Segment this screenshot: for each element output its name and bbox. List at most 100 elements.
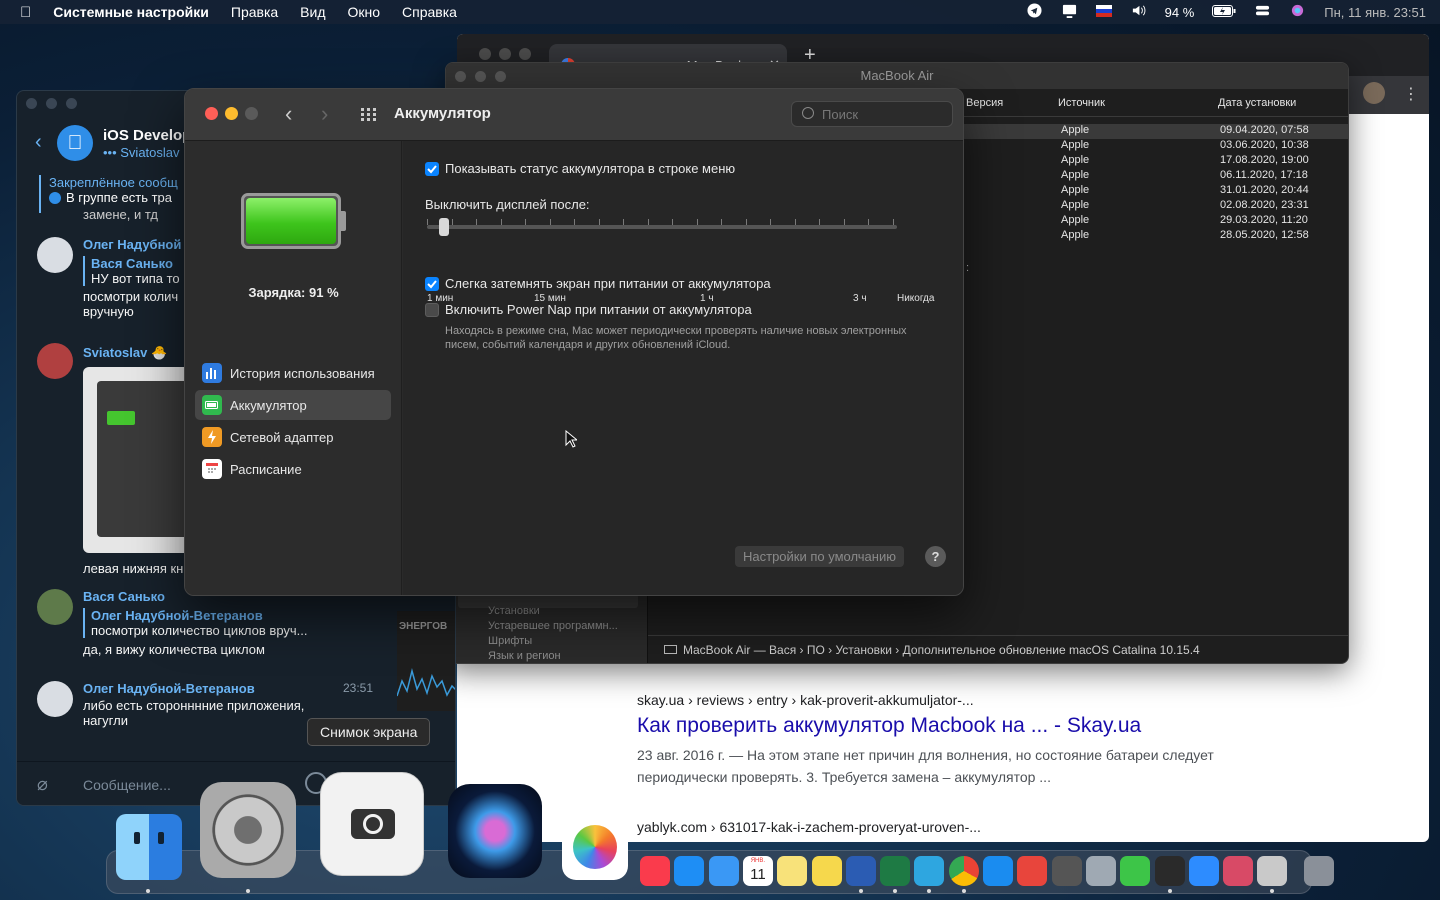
quicktime-icon[interactable]: [1085, 856, 1116, 886]
menu-help[interactable]: Справка: [402, 4, 457, 20]
zoom-button[interactable]: [495, 71, 506, 82]
finder-icon[interactable]: [116, 814, 182, 880]
attach-icon[interactable]: ⌀: [37, 774, 48, 795]
chat-title[interactable]: iOS Develop: [103, 127, 191, 144]
telegram-icon[interactable]: [914, 856, 945, 886]
slider-tick: [500, 219, 502, 225]
minimize-button[interactable]: [46, 98, 57, 109]
sidebar-item-schedule[interactable]: Расписание: [195, 454, 391, 484]
automator-icon[interactable]: [1257, 856, 1288, 886]
app-store-icon[interactable]: [674, 856, 705, 886]
grid-icon[interactable]: [361, 108, 377, 127]
screenshot-icon[interactable]: [320, 772, 424, 876]
help-button[interactable]: ?: [925, 546, 946, 567]
forward-icon[interactable]: ›: [321, 101, 328, 127]
sidebar-item-fonts[interactable]: Шрифты: [488, 634, 618, 649]
volume-icon[interactable]: [1130, 3, 1147, 21]
sidebar-item-installs[interactable]: Установки: [488, 604, 618, 619]
avatar[interactable]: [37, 589, 73, 625]
zoom-icon[interactable]: [1188, 856, 1219, 886]
result-title[interactable]: Как проверить аккумулятор Macbook на ...…: [637, 714, 1214, 738]
facetime-icon[interactable]: [1120, 856, 1151, 886]
cell-source: Apple: [1061, 124, 1090, 136]
reply-text: посмотри количество циклов вруч...: [91, 623, 308, 638]
music-icon[interactable]: [640, 856, 670, 886]
photos-icon[interactable]: [562, 814, 628, 880]
sidebar-item-power-adapter[interactable]: Сетевой адаптер: [195, 422, 391, 452]
power-nap-checkbox[interactable]: [425, 303, 439, 317]
menu-window[interactable]: Окно: [348, 4, 381, 20]
back-icon[interactable]: ‹: [35, 131, 42, 154]
clock[interactable]: Пн, 11 янв. 23:51: [1324, 5, 1426, 20]
calculator-icon[interactable]: [1051, 856, 1082, 886]
message-input[interactable]: Сообщение...: [83, 777, 171, 793]
close-button[interactable]: [205, 107, 218, 120]
display-off-slider[interactable]: [427, 225, 897, 229]
slider-knob[interactable]: [439, 218, 449, 236]
more-icon[interactable]: ⋮: [1403, 84, 1419, 104]
chrome-icon[interactable]: [948, 856, 979, 886]
close-button[interactable]: [455, 71, 466, 82]
restore-defaults-button[interactable]: Настройки по умолчанию: [735, 546, 904, 567]
russian-flag-icon[interactable]: [1095, 4, 1112, 20]
system-preferences-icon[interactable]: [200, 782, 296, 878]
chat-avatar-apple-icon[interactable]: : [57, 125, 93, 161]
avatar[interactable]: [37, 237, 73, 273]
sidebar-item-usage-history[interactable]: История использования: [195, 358, 391, 388]
photo-booth-icon[interactable]: [1223, 856, 1254, 886]
result-breadcrumb[interactable]: skay.ua › reviews › entry › kak-proverit…: [637, 692, 1214, 708]
result-breadcrumb[interactable]: yablyk.com › 631017-kak-i-zachem-provery…: [637, 819, 981, 835]
control-center-icon[interactable]: [1254, 3, 1271, 21]
sidebar-item-battery[interactable]: Аккумулятор: [195, 390, 391, 420]
notes-icon[interactable]: [777, 856, 808, 886]
sidebar-item-language[interactable]: Язык и регион: [488, 649, 618, 663]
close-button[interactable]: [26, 98, 37, 109]
menu-bar:  Системные настройки Правка Вид Окно Сп…: [0, 0, 1440, 24]
column-install-date[interactable]: Дата установки: [1218, 97, 1296, 109]
sidebar-item-label: История использования: [230, 365, 375, 381]
siri-icon[interactable]: [448, 784, 542, 878]
avatar[interactable]: [37, 343, 73, 379]
column-version[interactable]: Версия: [966, 97, 1003, 109]
minimize-button[interactable]: [499, 48, 511, 60]
battery-status-icon[interactable]: [1212, 4, 1236, 20]
trash-icon[interactable]: [1304, 856, 1334, 886]
calendar-icon[interactable]: ЯНВ. 11: [742, 856, 773, 886]
cell-date: 03.06.2020, 10:38: [1220, 139, 1309, 151]
activity-monitor-icon[interactable]: [1154, 856, 1185, 886]
telegram-status-icon[interactable]: [1026, 3, 1043, 21]
sketch-icon[interactable]: [1017, 856, 1048, 886]
word-icon[interactable]: [845, 856, 876, 886]
apple-menu-icon[interactable]: : [20, 4, 31, 21]
mail-icon[interactable]: [708, 856, 739, 886]
screenshot-image[interactable]: [83, 367, 193, 553]
dim-screen-checkbox[interactable]: [425, 277, 439, 291]
path-text[interactable]: MacBook Air — Вася › ПО › Установки › До…: [683, 643, 1200, 657]
safari-icon[interactable]: [983, 856, 1013, 886]
close-button[interactable]: [479, 48, 491, 60]
zoom-button[interactable]: [66, 98, 77, 109]
back-icon[interactable]: ‹: [285, 101, 292, 127]
minimize-button[interactable]: [475, 71, 486, 82]
reply-text: НУ вот типа то: [91, 271, 180, 286]
running-indicator: [246, 889, 250, 893]
excel-icon[interactable]: [880, 856, 911, 886]
slider-label: 3 ч: [853, 293, 867, 304]
show-status-checkbox[interactable]: [425, 162, 439, 176]
zoom-button[interactable]: [245, 107, 258, 120]
menu-app-name[interactable]: Системные настройки: [53, 4, 209, 20]
menu-view[interactable]: Вид: [300, 4, 325, 20]
message: Олег Надубной Вася Санько НУ вот типа то…: [83, 237, 181, 319]
menu-edit[interactable]: Правка: [231, 4, 278, 20]
stickies-icon[interactable]: [811, 856, 842, 886]
sidebar-item-legacy[interactable]: Устаревшее программн...: [488, 619, 618, 634]
zoom-button[interactable]: [519, 48, 531, 60]
avatar[interactable]: [37, 681, 73, 717]
display-status-icon[interactable]: [1061, 3, 1078, 21]
search-field[interactable]: Поиск: [791, 101, 953, 127]
cell-date: 17.08.2020, 19:00: [1220, 154, 1309, 166]
siri-status-icon[interactable]: [1289, 3, 1306, 21]
column-source[interactable]: Источник: [1058, 97, 1105, 109]
profile-avatar[interactable]: [1363, 82, 1385, 104]
minimize-button[interactable]: [225, 107, 238, 120]
